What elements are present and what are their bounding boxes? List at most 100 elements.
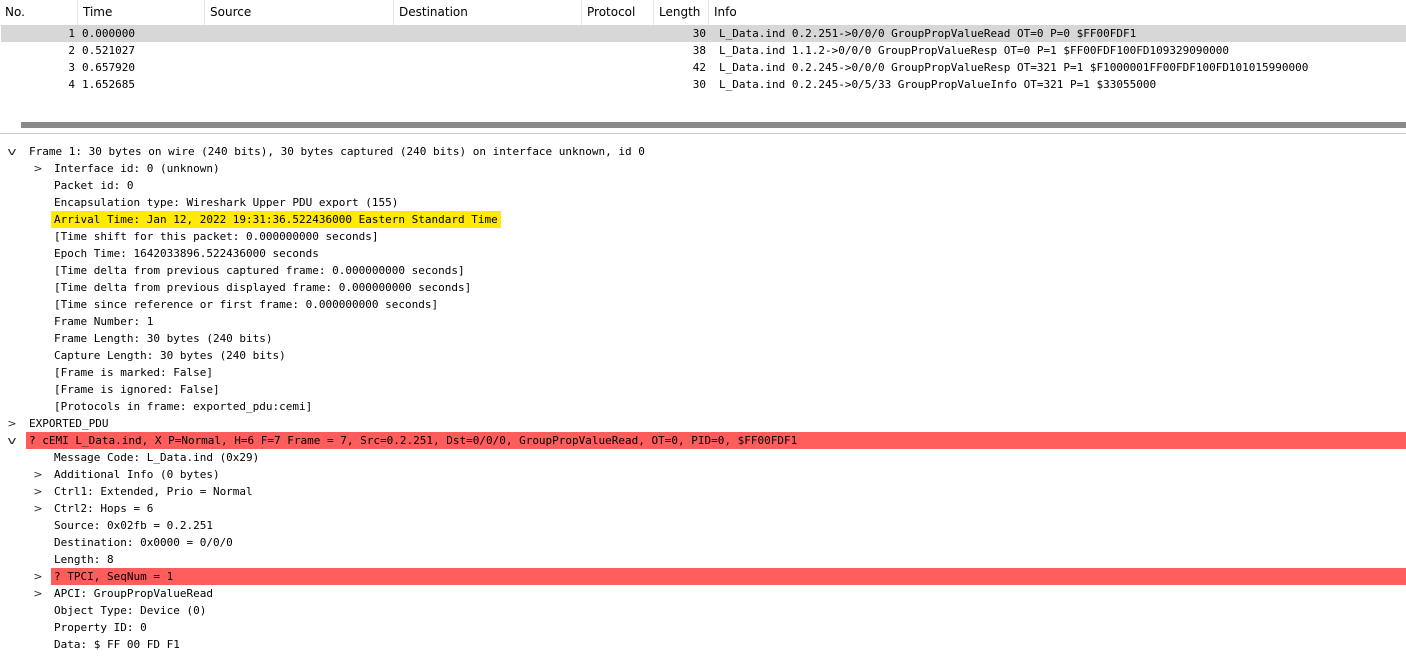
- detail-tree-item[interactable]: Frame Number: 1: [0, 313, 1406, 330]
- detail-tree-item[interactable]: [Protocols in frame: exported_pdu:cemi]: [0, 398, 1406, 415]
- detail-tree-item[interactable]: > Ctrl1: Extended, Prio = Normal: [0, 483, 1406, 500]
- detail-tree-label: [Frame is ignored: False]: [54, 383, 220, 396]
- detail-tree-item[interactable]: Epoch Time: 1642033896.522436000 seconds: [0, 245, 1406, 262]
- detail-tree-item[interactable]: Length: 8: [0, 551, 1406, 568]
- detail-tree-label: ? TPCI, SeqNum = 1: [54, 570, 174, 583]
- detail-tree-item[interactable]: > APCI: GroupPropValueRead: [0, 585, 1406, 602]
- detail-tree-label: Interface id: 0 (unknown): [54, 162, 220, 175]
- detail-tree-label: Capture Length: 30 bytes (240 bits): [54, 349, 286, 362]
- detail-tree-item[interactable]: Destination: 0x0000 = 0/0/0: [0, 534, 1406, 551]
- packet-info: L_Data.ind 0.2.251->0/0/0 GroupPropValue…: [719, 27, 1137, 40]
- detail-tree-label: [Time delta from previous displayed fram…: [54, 281, 472, 294]
- detail-tree-label: Arrival Time: Jan 12, 2022 19:31:36.5224…: [51, 211, 501, 228]
- packet-info: L_Data.ind 1.1.2->0/0/0 GroupPropValueRe…: [719, 44, 1229, 57]
- packet-list[interactable]: No. Time Source Destination Protocol Len…: [0, 0, 1406, 115]
- detail-tree-item[interactable]: [Frame is marked: False]: [0, 364, 1406, 381]
- column-header-info[interactable]: Info: [709, 0, 1406, 25]
- column-header-no[interactable]: No.: [0, 0, 78, 25]
- packet-no: 4: [68, 78, 75, 91]
- detail-tree-item[interactable]: Message Code: L_Data.ind (0x29): [0, 449, 1406, 466]
- packet-no: 1: [68, 27, 75, 40]
- detail-tree-item[interactable]: > Interface id: 0 (unknown): [0, 160, 1406, 177]
- detail-tree-item[interactable]: [Time delta from previous captured frame…: [0, 262, 1406, 279]
- detail-tree-item[interactable]: [Frame is ignored: False]: [0, 381, 1406, 398]
- detail-tree-item[interactable]: [Time shift for this packet: 0.000000000…: [0, 228, 1406, 245]
- detail-tree-label: Property ID: 0: [54, 621, 147, 634]
- packet-row[interactable]: 1 0.000000 30 L_Data.ind 0.2.251->0/0/0 Gro…: [1, 25, 1406, 42]
- error-highlight-bar: [51, 568, 1406, 585]
- detail-tree-label: Length: 8: [54, 553, 114, 566]
- detail-tree-label: [Time shift for this packet: 0.000000000…: [54, 230, 379, 243]
- detail-tree-label: [Time delta from previous captured frame…: [54, 264, 465, 277]
- detail-tree-item[interactable]: Object Type: Device (0): [0, 602, 1406, 619]
- detail-tree-label: Packet id: 0: [54, 179, 134, 192]
- packet-time: 0.521027: [82, 44, 135, 57]
- packet-length: 30: [692, 78, 706, 91]
- packet-length: 30: [692, 27, 706, 40]
- column-header-destination[interactable]: Destination: [394, 0, 582, 25]
- detail-tree-item[interactable]: v Frame 1: 30 bytes on wire (240 bits), 3…: [0, 143, 1406, 160]
- detail-tree-label: Encapsulation type: Wireshark Upper PDU …: [54, 196, 399, 209]
- detail-tree-item[interactable]: Source: 0x02fb = 0.2.251: [0, 517, 1406, 534]
- column-header-source[interactable]: Source: [205, 0, 394, 25]
- packet-row[interactable]: 3 0.657920 42 L_Data.ind 0.2.245->0/0/0 Gro…: [1, 59, 1406, 76]
- detail-tree-item[interactable]: Encapsulation type: Wireshark Upper PDU …: [0, 194, 1406, 211]
- packet-no: 2: [68, 44, 75, 57]
- detail-tree-label: ? cEMI L_Data.ind, X P=Normal, H=6 F=7 F…: [29, 434, 798, 447]
- detail-tree-item[interactable]: > Ctrl2: Hops = 6: [0, 500, 1406, 517]
- detail-tree-label: [Time since reference or first frame: 0.…: [54, 298, 439, 311]
- column-header-length[interactable]: Length: [654, 0, 709, 25]
- packet-details-tree[interactable]: v Frame 1: 30 bytes on wire (240 bits), 3…: [0, 143, 1406, 670]
- packet-info: L_Data.ind 0.2.245->0/5/33 GroupPropValu…: [719, 78, 1157, 91]
- detail-tree-item[interactable]: Data: $ FF 00 FD F1: [0, 636, 1406, 653]
- column-header-time[interactable]: Time: [78, 0, 205, 25]
- packet-time: 0.000000: [82, 27, 135, 40]
- detail-tree-item[interactable]: Frame Length: 30 bytes (240 bits): [0, 330, 1406, 347]
- detail-tree-label: Frame Number: 1: [54, 315, 154, 328]
- detail-tree-item[interactable]: > EXPORTED_PDU: [0, 415, 1406, 432]
- detail-tree-label: Ctrl1: Extended, Prio = Normal: [54, 485, 253, 498]
- chevron-right-icon[interactable]: >: [31, 160, 45, 177]
- packet-length: 38: [692, 44, 706, 57]
- column-header-protocol[interactable]: Protocol: [582, 0, 654, 25]
- packet-time: 1.652685: [82, 78, 135, 91]
- detail-tree-label: Message Code: L_Data.ind (0x29): [54, 451, 260, 464]
- packet-list-header: No. Time Source Destination Protocol Len…: [0, 0, 1406, 26]
- detail-tree-item[interactable]: Arrival Time: Jan 12, 2022 19:31:36.5224…: [0, 211, 1406, 228]
- detail-tree-label: Object Type: Device (0): [54, 604, 207, 617]
- chevron-right-icon[interactable]: >: [31, 483, 45, 500]
- detail-tree-label: Data: $ FF 00 FD F1: [54, 638, 180, 651]
- packet-no: 3: [68, 61, 75, 74]
- detail-tree-label: [Frame is marked: False]: [54, 366, 213, 379]
- chevron-right-icon[interactable]: >: [31, 466, 45, 483]
- packet-length: 42: [692, 61, 706, 74]
- packet-row[interactable]: 4 1.652685 30 L_Data.ind 0.2.245->0/5/33 Gr…: [1, 76, 1406, 93]
- detail-tree-item[interactable]: [Time since reference or first frame: 0.…: [0, 296, 1406, 313]
- detail-tree-label: Source: 0x02fb = 0.2.251: [54, 519, 213, 532]
- packet-row[interactable]: 2 0.521027 38 L_Data.ind 1.1.2->0/0/0 Group…: [1, 42, 1406, 59]
- detail-tree-item[interactable]: Capture Length: 30 bytes (240 bits): [0, 347, 1406, 364]
- detail-tree-item[interactable]: > Additional Info (0 bytes): [0, 466, 1406, 483]
- chevron-right-icon[interactable]: >: [31, 500, 45, 517]
- chevron-right-icon[interactable]: >: [5, 415, 19, 432]
- detail-tree-label: EXPORTED_PDU: [29, 417, 109, 430]
- detail-tree-label: Additional Info (0 bytes): [54, 468, 220, 481]
- chevron-down-icon[interactable]: v: [2, 432, 22, 449]
- packet-info: L_Data.ind 0.2.245->0/0/0 GroupPropValue…: [719, 61, 1309, 74]
- detail-tree-label: Ctrl2: Hops = 6: [54, 502, 154, 515]
- scrollbar-thumb[interactable]: [21, 122, 1406, 128]
- detail-tree-item[interactable]: Packet id: 0: [0, 177, 1406, 194]
- detail-tree-label: Frame 1: 30 bytes on wire (240 bits), 30…: [29, 145, 645, 158]
- detail-tree-item[interactable]: > ? TPCI, SeqNum = 1: [0, 568, 1406, 585]
- detail-tree-label: Frame Length: 30 bytes (240 bits): [54, 332, 273, 345]
- chevron-right-icon[interactable]: >: [31, 568, 45, 585]
- detail-tree-label: APCI: GroupPropValueRead: [54, 587, 213, 600]
- chevron-down-icon[interactable]: v: [2, 143, 22, 160]
- chevron-right-icon[interactable]: >: [31, 585, 45, 602]
- detail-tree-item[interactable]: v ? cEMI L_Data.ind, X P=Normal, H=6 F=7 …: [0, 432, 1406, 449]
- detail-tree-label: Destination: 0x0000 = 0/0/0: [54, 536, 233, 549]
- detail-tree-item[interactable]: Property ID: 0: [0, 619, 1406, 636]
- detail-tree-item[interactable]: [Time delta from previous displayed fram…: [0, 279, 1406, 296]
- packet-time: 0.657920: [82, 61, 135, 74]
- horizontal-scrollbar[interactable]: [0, 115, 1406, 134]
